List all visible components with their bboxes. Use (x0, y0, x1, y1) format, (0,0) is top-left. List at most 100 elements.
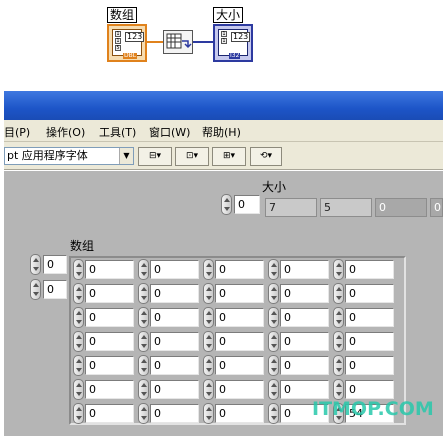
menu-window[interactable]: 窗口(W) (149, 124, 190, 140)
array-cell[interactable]: 0 (85, 260, 134, 279)
cell-spinner[interactable] (333, 283, 344, 304)
array-cell[interactable]: 0 (150, 356, 199, 375)
cell-spinner[interactable] (203, 379, 214, 400)
array-cell[interactable]: 0 (345, 380, 394, 399)
size-value: 5 (320, 198, 372, 217)
cell-spinner[interactable] (138, 259, 149, 280)
reorder-button[interactable]: ⟲▾ (250, 147, 282, 166)
array-cell[interactable]: 0 (215, 332, 264, 351)
array-cell[interactable]: 0 (345, 260, 394, 279)
size-value: 0 (430, 198, 443, 217)
array-col-index-field[interactable]: 0 (43, 280, 67, 299)
cell-spinner[interactable] (73, 403, 84, 424)
font-select-value: pt 应用程序字体 (7, 149, 88, 162)
array-cell[interactable]: 0 (85, 356, 134, 375)
cell-spinner[interactable] (73, 307, 84, 328)
cell-spinner[interactable] (268, 355, 279, 376)
cell-spinner[interactable] (268, 283, 279, 304)
array-cell[interactable]: 0 (280, 260, 329, 279)
numeric-type-icon: 123 (231, 32, 251, 42)
array-col-index-spinner[interactable] (30, 279, 41, 300)
array-cell[interactable]: 0 (215, 380, 264, 399)
cell-spinner[interactable] (73, 379, 84, 400)
numeric-type-icon: 123 (125, 32, 145, 42)
cell-spinner[interactable] (203, 259, 214, 280)
cell-spinner[interactable] (203, 403, 214, 424)
cell-spinner[interactable] (138, 307, 149, 328)
cell-spinner[interactable] (268, 307, 279, 328)
array-row-index-field[interactable]: 0 (43, 255, 67, 274)
array-size-icon (166, 33, 192, 49)
size-terminal-label: 大小 (213, 7, 244, 23)
array-cell[interactable]: 0 (280, 380, 329, 399)
array-cell[interactable]: 0 (345, 284, 394, 303)
cell-spinner[interactable] (73, 331, 84, 352)
menu-help[interactable]: 帮助(H) (202, 124, 241, 140)
array-control-label: 数组 (70, 239, 95, 253)
array-cell[interactable]: 0 (150, 380, 199, 399)
cell-spinner[interactable] (138, 379, 149, 400)
array-cell[interactable]: 0 (150, 332, 199, 351)
cell-spinner[interactable] (138, 355, 149, 376)
cell-spinner[interactable] (268, 331, 279, 352)
array-cell[interactable]: 0 (280, 284, 329, 303)
size-terminal[interactable]: 1 1 123 I32 (213, 24, 253, 62)
array-cell[interactable]: 0 (85, 380, 134, 399)
chevron-down-icon[interactable]: ▼ (119, 148, 133, 164)
cell-spinner[interactable] (333, 355, 344, 376)
cell-spinner[interactable] (333, 307, 344, 328)
cell-spinner[interactable] (333, 379, 344, 400)
array-cell[interactable]: 0 (150, 404, 199, 423)
size-wire (193, 41, 213, 43)
array-cell[interactable]: 0 (345, 356, 394, 375)
array-cell[interactable]: 0 (345, 308, 394, 327)
distribute-objects-button[interactable]: ⊡▾ (175, 147, 209, 166)
array-cell[interactable]: 0 (85, 404, 134, 423)
array-cell[interactable]: 0 (85, 332, 134, 351)
cell-spinner[interactable] (333, 259, 344, 280)
array-cell[interactable]: 0 (280, 356, 329, 375)
cell-spinner[interactable] (203, 283, 214, 304)
menu-project[interactable]: 目(P) (4, 124, 30, 140)
cell-spinner[interactable] (138, 283, 149, 304)
distribute-icon: ⊡▾ (185, 151, 199, 161)
array-cell[interactable]: 0 (150, 260, 199, 279)
cell-spinner[interactable] (138, 403, 149, 424)
array-cell[interactable]: 0 (280, 308, 329, 327)
align-objects-button[interactable]: ⊟▾ (138, 147, 172, 166)
array-row-index-spinner[interactable] (30, 254, 41, 275)
cell-spinner[interactable] (203, 355, 214, 376)
cell-spinner[interactable] (203, 331, 214, 352)
cell-spinner[interactable] (73, 355, 84, 376)
array-cell[interactable]: 0 (215, 404, 264, 423)
array-cell[interactable]: 0 (150, 284, 199, 303)
cell-spinner[interactable] (73, 259, 84, 280)
size-index-spinner[interactable] (221, 194, 232, 215)
array-terminal[interactable]: 1 1 5 123 DBL (107, 24, 147, 62)
font-select[interactable]: pt 应用程序字体 ▼ (4, 147, 134, 165)
window-title-bar[interactable] (4, 91, 443, 120)
array-cell[interactable]: 0 (280, 332, 329, 351)
cell-spinner[interactable] (268, 259, 279, 280)
menu-bar: 目(P) 操作(O) 工具(T) 窗口(W) 帮助(H) (4, 120, 443, 142)
resize-objects-button[interactable]: ⊞▾ (212, 147, 246, 166)
array-cell[interactable]: 0 (215, 356, 264, 375)
array-cell[interactable]: 0 (150, 308, 199, 327)
array-cell[interactable]: 0 (215, 260, 264, 279)
array-cell[interactable]: 0 (85, 308, 134, 327)
cell-spinner[interactable] (73, 283, 84, 304)
cell-spinner[interactable] (268, 379, 279, 400)
size-index-field[interactable]: 0 (234, 195, 260, 214)
cell-spinner[interactable] (203, 307, 214, 328)
array-cell[interactable]: 0 (215, 284, 264, 303)
array-cell[interactable]: 0 (345, 332, 394, 351)
menu-operate[interactable]: 操作(O) (46, 124, 85, 140)
cell-spinner[interactable] (268, 403, 279, 424)
array-cell[interactable]: 0 (85, 284, 134, 303)
resize-icon: ⊞▾ (222, 151, 236, 161)
menu-tools[interactable]: 工具(T) (99, 124, 136, 140)
cell-spinner[interactable] (333, 331, 344, 352)
array-cell[interactable]: 0 (215, 308, 264, 327)
array-size-function[interactable] (163, 30, 193, 54)
cell-spinner[interactable] (138, 331, 149, 352)
